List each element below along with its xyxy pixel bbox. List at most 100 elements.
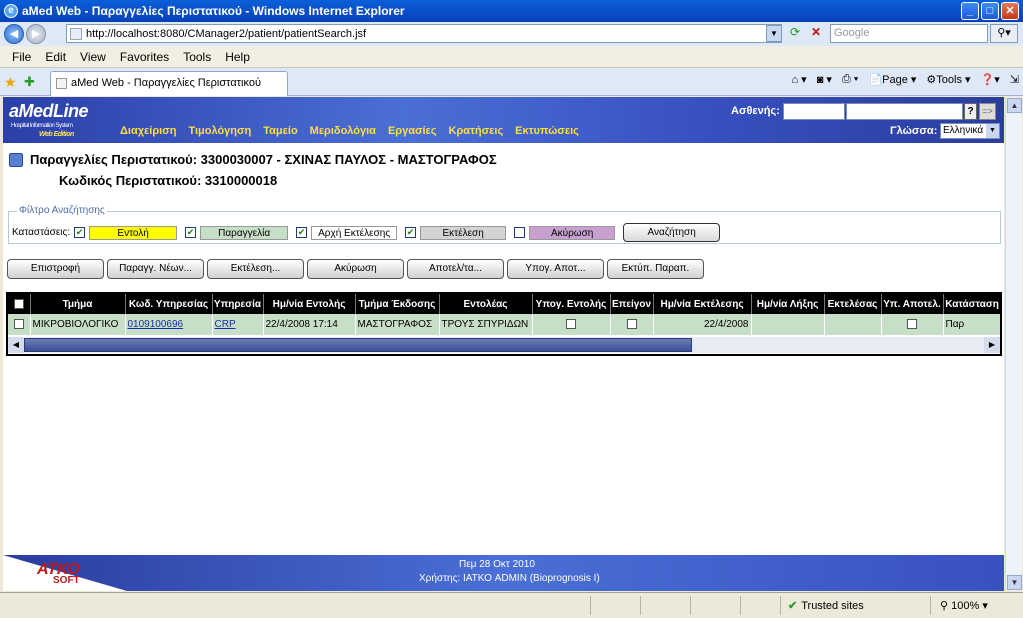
nav-bookings[interactable]: Κρατήσεις: [449, 125, 504, 137]
menu-bar: File Edit View Favorites Tools Help: [0, 46, 1023, 68]
menu-help[interactable]: Help: [225, 50, 250, 64]
cell-executor: [824, 314, 882, 335]
row-select-cell[interactable]: [8, 314, 31, 335]
cancel-button[interactable]: Ακύρωση: [307, 259, 404, 279]
minimize-button[interactable]: _: [961, 2, 979, 20]
state-checkbox-execution[interactable]: ✔: [405, 227, 417, 238]
scroll-left-icon[interactable]: ◀: [8, 337, 24, 353]
print-icon[interactable]: ⎙ ▾: [842, 73, 858, 86]
col-service-code[interactable]: Κωδ. Υπηρεσίας: [125, 294, 213, 314]
nav-cashier[interactable]: Ταμείο: [263, 125, 297, 137]
tab-amed[interactable]: aMed Web - Παραγγελίες Περιστατικού: [50, 71, 288, 96]
table-row[interactable]: ΜΙΚΡΟΒΙΟΛΟΓΙΚΟ 0109100696 CRP 22/4/2008 …: [8, 314, 1000, 335]
nav-tasks[interactable]: Εργασίες: [388, 125, 437, 137]
favorites-star-icon[interactable]: ★: [4, 74, 17, 91]
select-all-header[interactable]: [8, 294, 31, 314]
sign-results-button[interactable]: Υπογ. Αποτ...: [507, 259, 604, 279]
feeds-icon[interactable]: ◙ ▾: [817, 73, 832, 86]
language-select[interactable]: Ελληνικά ▼: [940, 123, 1000, 139]
result-signature-checkbox: [907, 319, 917, 330]
cell-order-date: 22/4/2008 17:14: [263, 314, 356, 335]
address-dropdown-icon[interactable]: ▼: [766, 25, 782, 42]
patient-code-input[interactable]: [783, 103, 845, 120]
logo-subtitle: Hospital Information System: [11, 123, 73, 129]
menu-view[interactable]: View: [80, 50, 106, 64]
maximize-button[interactable]: □: [981, 2, 999, 20]
execute-button[interactable]: Εκτέλεση...: [207, 259, 304, 279]
status-bar: ✔ Trusted sites ⚲ 100% ▾: [0, 592, 1023, 618]
tools-menu[interactable]: ⚙Tools ▾: [926, 73, 970, 86]
refresh-icon[interactable]: ⟳: [786, 25, 804, 42]
add-favorite-icon[interactable]: ✚: [24, 74, 35, 90]
scroll-thumb[interactable]: [24, 338, 692, 352]
logo-edition: Web Edition: [39, 131, 74, 138]
amedline-logo: aMedLine Hospital Information System Web…: [9, 101, 89, 138]
state-checkbox-cancel[interactable]: [514, 227, 526, 238]
patient-go-button[interactable]: =>: [979, 103, 996, 120]
back-action-button[interactable]: Επιστροφή: [7, 259, 104, 279]
menu-favorites[interactable]: Favorites: [120, 50, 169, 64]
zone-label: Trusted sites: [801, 599, 864, 612]
vertical-scrollbar[interactable]: ▲ ▼: [1005, 97, 1022, 591]
page-content: aMedLine Hospital Information System Web…: [3, 97, 1004, 591]
col-order-date[interactable]: Ημ/νία Εντολής: [263, 294, 356, 314]
nav-administration[interactable]: Διαχείριση: [120, 125, 176, 137]
ie-logo-icon: e: [4, 4, 18, 18]
patient-name-input[interactable]: [846, 103, 963, 120]
close-button[interactable]: ✕: [1001, 2, 1019, 20]
security-zone[interactable]: ✔ Trusted sites: [788, 599, 864, 613]
col-urgent[interactable]: Επείγον: [610, 294, 654, 314]
col-executor[interactable]: Εκτελέσας: [824, 294, 882, 314]
back-button[interactable]: ◀: [4, 24, 24, 44]
forward-button[interactable]: ▶: [26, 24, 46, 44]
col-service[interactable]: Υπηρεσία: [212, 294, 264, 314]
scroll-down-icon[interactable]: ▼: [1007, 575, 1022, 590]
state-checkbox-order[interactable]: ✔: [74, 227, 86, 238]
help-icon[interactable]: ❓▾: [981, 73, 1000, 86]
research-icon[interactable]: ⇲: [1010, 73, 1019, 86]
col-issuing-dept[interactable]: Τμήμα Έκδοσης: [355, 294, 440, 314]
cell-expiry-date: [751, 314, 825, 335]
print-referral-button[interactable]: Εκτύπ. Παραπ.: [607, 259, 704, 279]
state-chip-cancel: Ακύρωση: [529, 225, 616, 240]
state-checkbox-purchase[interactable]: ✔: [185, 227, 197, 238]
service-link[interactable]: CRP: [215, 319, 236, 330]
col-status[interactable]: Κατάσταση: [943, 294, 1000, 314]
col-department[interactable]: Τμήμα: [30, 294, 126, 314]
trusted-check-icon: ✔: [788, 600, 798, 612]
col-orderer[interactable]: Εντολέας: [439, 294, 533, 314]
search-input[interactable]: Google: [830, 24, 988, 43]
col-execution-date[interactable]: Ημ/νία Εκτέλεσης: [653, 294, 752, 314]
horizontal-scrollbar[interactable]: ◀ ▶: [8, 337, 1000, 353]
nav-prints[interactable]: Εκτυπώσεις: [515, 125, 579, 137]
home-icon[interactable]: ⌂ ▾: [791, 73, 806, 86]
new-orders-button[interactable]: Παραγγ. Νέων...: [107, 259, 204, 279]
service-code-link[interactable]: 0109100696: [128, 319, 184, 330]
menu-edit[interactable]: Edit: [45, 50, 66, 64]
urgent-checkbox: [626, 319, 637, 330]
col-order-signature[interactable]: Υπογ. Εντολής: [532, 294, 611, 314]
menu-tools[interactable]: Tools: [183, 50, 211, 64]
page-menu[interactable]: 📄Page ▾: [868, 73, 916, 86]
row-checkbox[interactable]: [13, 319, 24, 330]
address-field[interactable]: http://localhost:8080/CManager2/patient/…: [66, 24, 782, 43]
results-button[interactable]: Αποτελ/τα...: [407, 259, 504, 279]
address-url: http://localhost:8080/CManager2/patient/…: [86, 27, 367, 40]
col-result-signature[interactable]: Υπ. Αποτελ.: [881, 294, 944, 314]
page-title: Παραγγελίες Περιστατικού: 3300030007 - Σ…: [30, 152, 497, 167]
state-chip-start: Αρχή Εκτέλεσης: [311, 225, 398, 240]
nav-shares[interactable]: Μεριδολόγια: [310, 125, 376, 137]
app-banner: aMedLine Hospital Information System Web…: [3, 97, 1004, 143]
zoom-control[interactable]: ⚲ 100% ▾: [940, 599, 988, 612]
menu-file[interactable]: File: [12, 50, 31, 64]
patient-help-button[interactable]: ?: [964, 103, 977, 120]
nav-billing[interactable]: Τιμολόγηση: [188, 125, 251, 137]
select-all-checkbox[interactable]: [13, 298, 24, 309]
stop-icon[interactable]: ✕: [807, 25, 825, 42]
scroll-up-icon[interactable]: ▲: [1007, 98, 1022, 113]
scroll-right-icon[interactable]: ▶: [984, 337, 1000, 353]
col-expiry-date[interactable]: Ημ/νία Λήξης: [751, 294, 825, 314]
search-button[interactable]: Αναζήτηση: [623, 223, 721, 242]
search-icon[interactable]: ⚲▾: [990, 24, 1018, 43]
state-checkbox-start[interactable]: ✔: [296, 227, 308, 238]
